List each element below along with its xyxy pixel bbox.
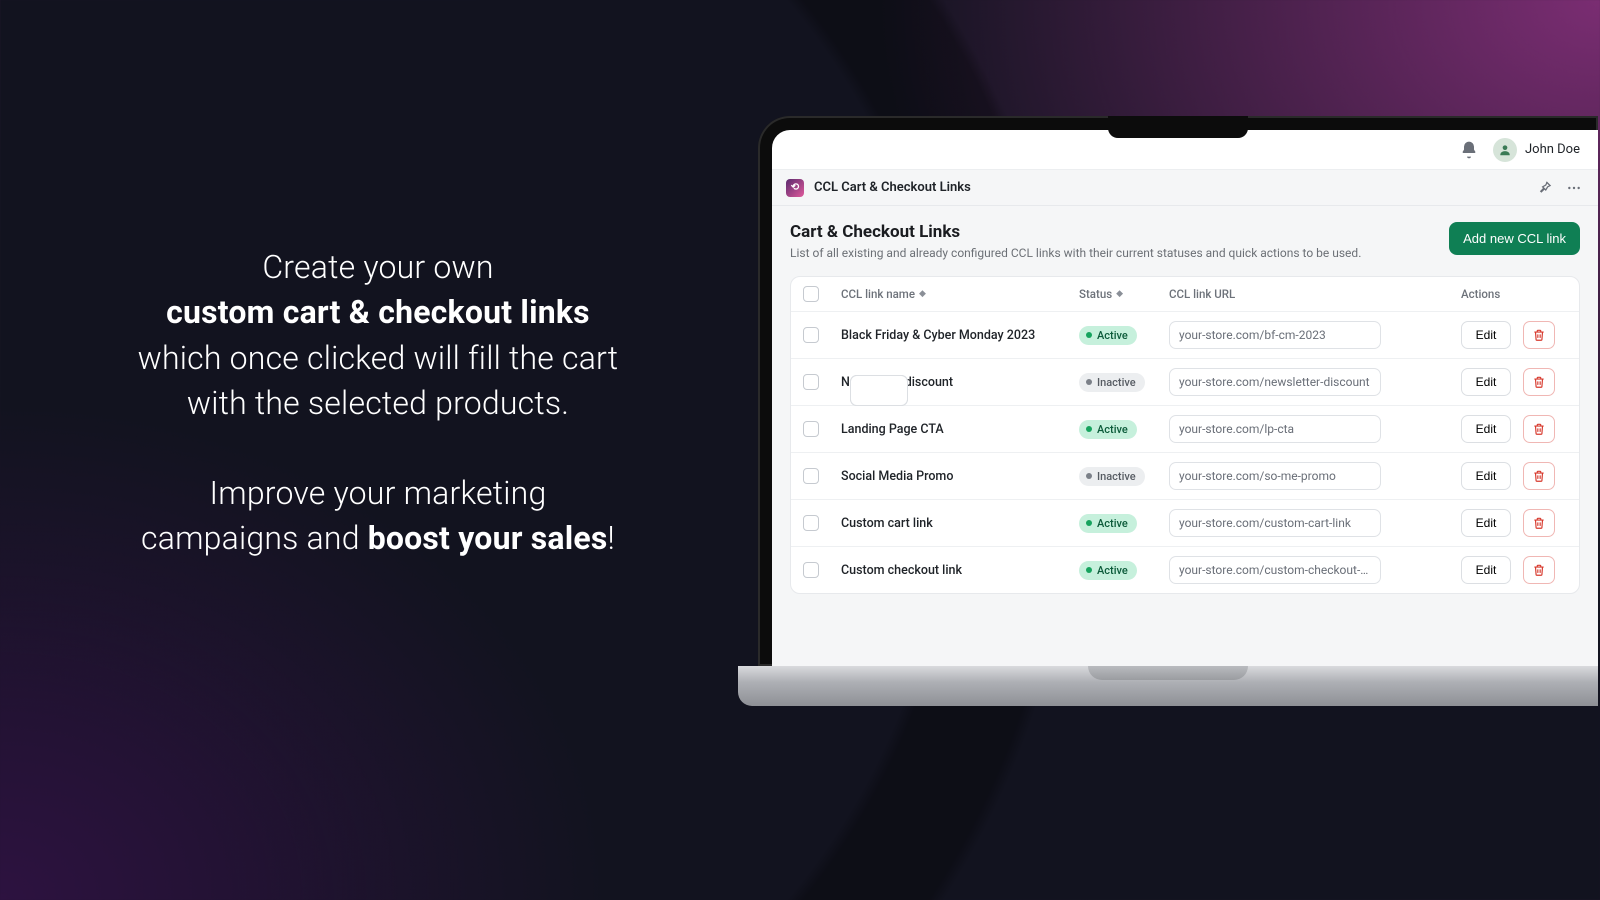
app-title: CCL Cart & Checkout Links [814,180,971,195]
status-badge: Inactive [1079,373,1145,392]
status-badge: Active [1079,514,1137,533]
sort-icon: ◆ [1116,289,1123,299]
column-name[interactable]: CCL link name ◆ [841,287,1079,301]
link-name: Landing Page CTA [841,422,1079,437]
delete-button[interactable] [1523,368,1555,396]
page-description: List of all existing and already configu… [790,246,1361,260]
edit-button[interactable]: Edit [1461,462,1511,490]
avatar-icon [1493,138,1517,162]
copy-line2: custom cart & checkout links [166,293,590,331]
app-screen: John Doe ⟲ CCL Cart & Checkout Links [772,130,1598,666]
table-row: Custom cart linkActive your-store.com/cus… [791,500,1579,547]
select-all-checkbox[interactable] [803,286,819,302]
copy-line1: Create your own [262,248,493,286]
delete-button[interactable] [1523,556,1555,584]
user-menu[interactable]: John Doe [1493,138,1580,162]
page-content: Cart & Checkout Links List of all existi… [772,206,1598,666]
row-checkbox[interactable] [803,468,819,484]
user-name: John Doe [1525,142,1580,157]
link-url-field[interactable]: your-store.com/bf-cm-2023 [1169,321,1381,349]
copy-line3: which once clicked will fill the cart [138,339,619,377]
links-table: CCL link name ◆ Status ◆ CCL link URL Ac… [790,276,1580,594]
row-checkbox[interactable] [803,515,819,531]
copy-line6-pre: campaigns and [141,519,368,557]
laptop-frame: John Doe ⟲ CCL Cart & Checkout Links [738,116,1598,706]
status-badge: Inactive [1079,467,1145,486]
table-row: Social Media PromoInactive your-store.com… [791,453,1579,500]
link-name: Custom cart link [841,516,1079,531]
link-url-field[interactable]: your-store.com/so-me-promo [1169,462,1381,490]
laptop-base [738,666,1598,706]
column-url: CCL link URL [1169,287,1389,301]
laptop-bezel: John Doe ⟲ CCL Cart & Checkout Links [758,116,1598,666]
link-url-field[interactable]: your-store.com/newsletter-discount [1169,368,1381,396]
add-new-link-button[interactable]: Add new CCL link [1449,222,1580,255]
column-actions: Actions [1461,287,1567,301]
copy-button[interactable]: Copy [850,375,908,406]
laptop-notch [1108,116,1248,138]
delete-button[interactable] [1523,321,1555,349]
copy-line4: with the selected products. [187,384,569,422]
edit-button[interactable]: Edit [1461,415,1511,443]
link-name: Custom checkout link [841,563,1079,578]
edit-button[interactable]: Edit [1461,509,1511,537]
notifications-icon[interactable] [1459,140,1479,160]
pin-icon[interactable] [1534,178,1554,198]
delete-button[interactable] [1523,462,1555,490]
marketing-copy: Create your own custom cart & checkout l… [78,245,678,562]
table-row: Landing Page CTAActive your-store.com/lp-… [791,406,1579,453]
row-checkbox[interactable] [803,374,819,390]
more-icon[interactable] [1564,178,1584,198]
copy-line6-bold: boost your sales [368,519,608,557]
delete-button[interactable] [1523,415,1555,443]
link-url-field[interactable]: your-store.com/lp-cta [1169,415,1381,443]
app-header: ⟲ CCL Cart & Checkout Links [772,170,1598,206]
link-url-field[interactable]: your-store.com/custom-cart-link [1169,509,1381,537]
status-badge: Active [1079,561,1137,580]
page-title: Cart & Checkout Links [790,222,1361,242]
status-badge: Active [1079,326,1137,345]
link-name: Social Media Promo [841,469,1079,484]
row-checkbox[interactable] [803,421,819,437]
delete-button[interactable] [1523,509,1555,537]
edit-button[interactable]: Edit [1461,368,1511,396]
edit-button[interactable]: Edit [1461,321,1511,349]
link-name: Black Friday & Cyber Monday 2023 [841,328,1079,343]
table-row: Custom checkout linkActive your-store.com… [791,547,1579,593]
sort-icon: ◆ [919,289,926,299]
copy-line5: Improve your marketing [210,474,547,512]
table-row: Black Friday & Cyber Monday 2023Active yo… [791,312,1579,359]
link-url-field[interactable]: your-store.com/custom-checkout-link [1169,556,1381,584]
edit-button[interactable]: Edit [1461,556,1511,584]
copy-line6-post: ! [608,519,615,557]
app-logo-icon: ⟲ [786,179,804,197]
status-badge: Active [1079,420,1137,439]
table-row: Newsletter discountInactiveyour-store.co… [791,359,1579,406]
column-status[interactable]: Status ◆ [1079,287,1169,301]
row-checkbox[interactable] [803,327,819,343]
row-checkbox[interactable] [803,562,819,578]
column-status-label: Status [1079,287,1112,301]
column-name-label: CCL link name [841,287,915,301]
table-header: CCL link name ◆ Status ◆ CCL link URL Ac… [791,277,1579,312]
